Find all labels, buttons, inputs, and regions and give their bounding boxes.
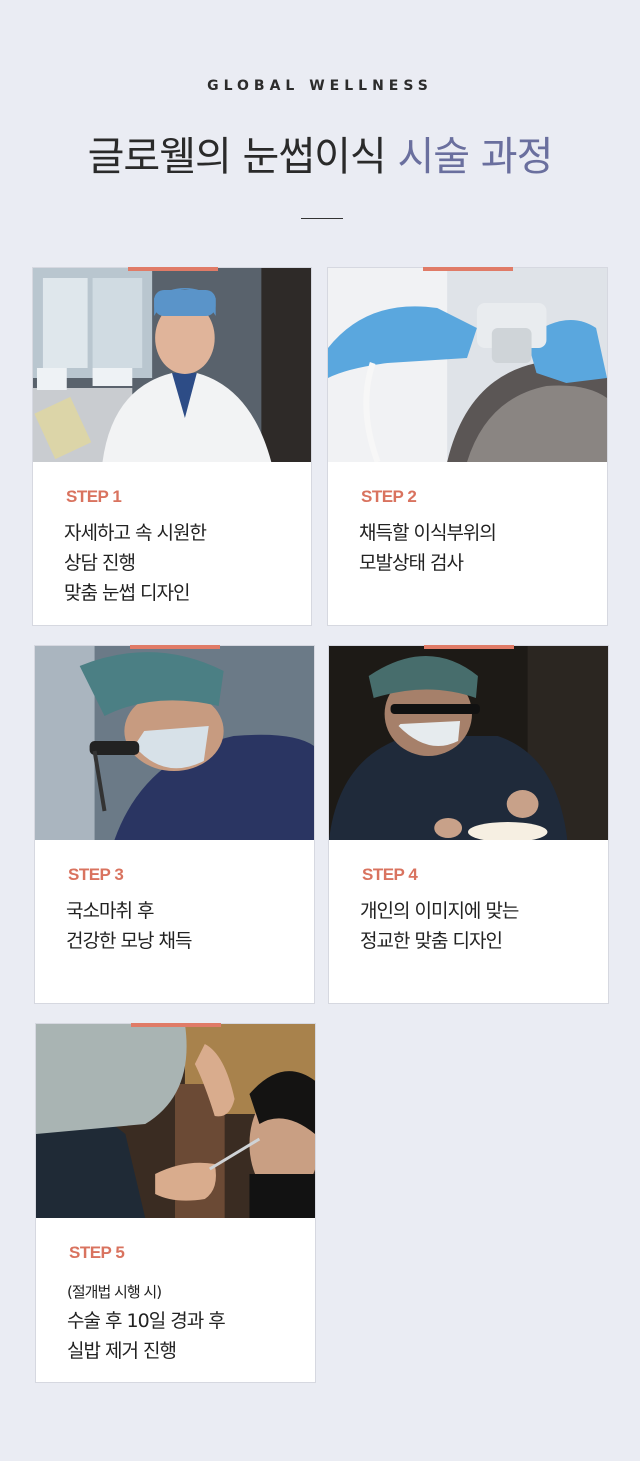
step-tab (424, 645, 514, 649)
step-tab (131, 1023, 221, 1027)
surgeon-operating-photo (329, 646, 608, 840)
step-label: STEP 3 (68, 865, 124, 884)
divider (301, 218, 343, 219)
step-card-1: STEP 1 자세하고 속 시원한 상담 진행 맞춤 눈썹 디자인 (32, 267, 312, 626)
step-label: STEP 1 (66, 487, 122, 506)
surgeon-loupes-photo (35, 646, 314, 840)
title-accent: 시술 과정 (397, 134, 553, 180)
suture-removal-photo (36, 1024, 315, 1218)
page-title: 글로웰의 눈썹이식 시술 과정 (0, 124, 640, 182)
doctor-consultation-photo (33, 268, 311, 462)
step-text: 자세하고 속 시원한 (64, 522, 207, 544)
step-card-4: STEP 4 개인의 이미지에 맞는 정교한 맞춤 디자인 (328, 645, 609, 1004)
title-main: 글로웰의 눈썹이식 (87, 134, 387, 180)
step-text: 상담 진행 (64, 552, 136, 574)
step-label: STEP 4 (362, 865, 418, 884)
step-card-5: STEP 5 (절개법 시행 시) 수술 후 10일 경과 후 실밥 제거 진행 (35, 1023, 316, 1383)
step-text: 모발상태 검사 (359, 552, 464, 574)
step-text: 건강한 모낭 채득 (66, 930, 192, 952)
step-text: 국소마취 후 (66, 900, 154, 922)
step-tab (423, 267, 513, 271)
step-note: (절개법 시행 시) (67, 1283, 162, 1301)
step-text: 정교한 맞춤 디자인 (360, 930, 503, 952)
step-label: STEP 5 (69, 1243, 125, 1262)
step-tab (130, 645, 220, 649)
step-text: 수술 후 10일 경과 후 (67, 1310, 226, 1332)
scalp-inspection-photo (328, 268, 607, 462)
step-text: 실밥 제거 진행 (67, 1340, 177, 1362)
step-card-3: STEP 3 국소마취 후 건강한 모낭 채득 (34, 645, 315, 1004)
step-text: 맞춤 눈썹 디자인 (64, 582, 190, 604)
step-text: 채득할 이식부위의 (359, 522, 497, 544)
eyebrow: GLOBAL WELLNESS (207, 78, 433, 94)
step-label: STEP 2 (361, 487, 417, 506)
step-text: 개인의 이미지에 맞는 (360, 900, 519, 922)
step-tab (128, 267, 218, 271)
step-card-2: STEP 2 채득할 이식부위의 모발상태 검사 (327, 267, 608, 626)
